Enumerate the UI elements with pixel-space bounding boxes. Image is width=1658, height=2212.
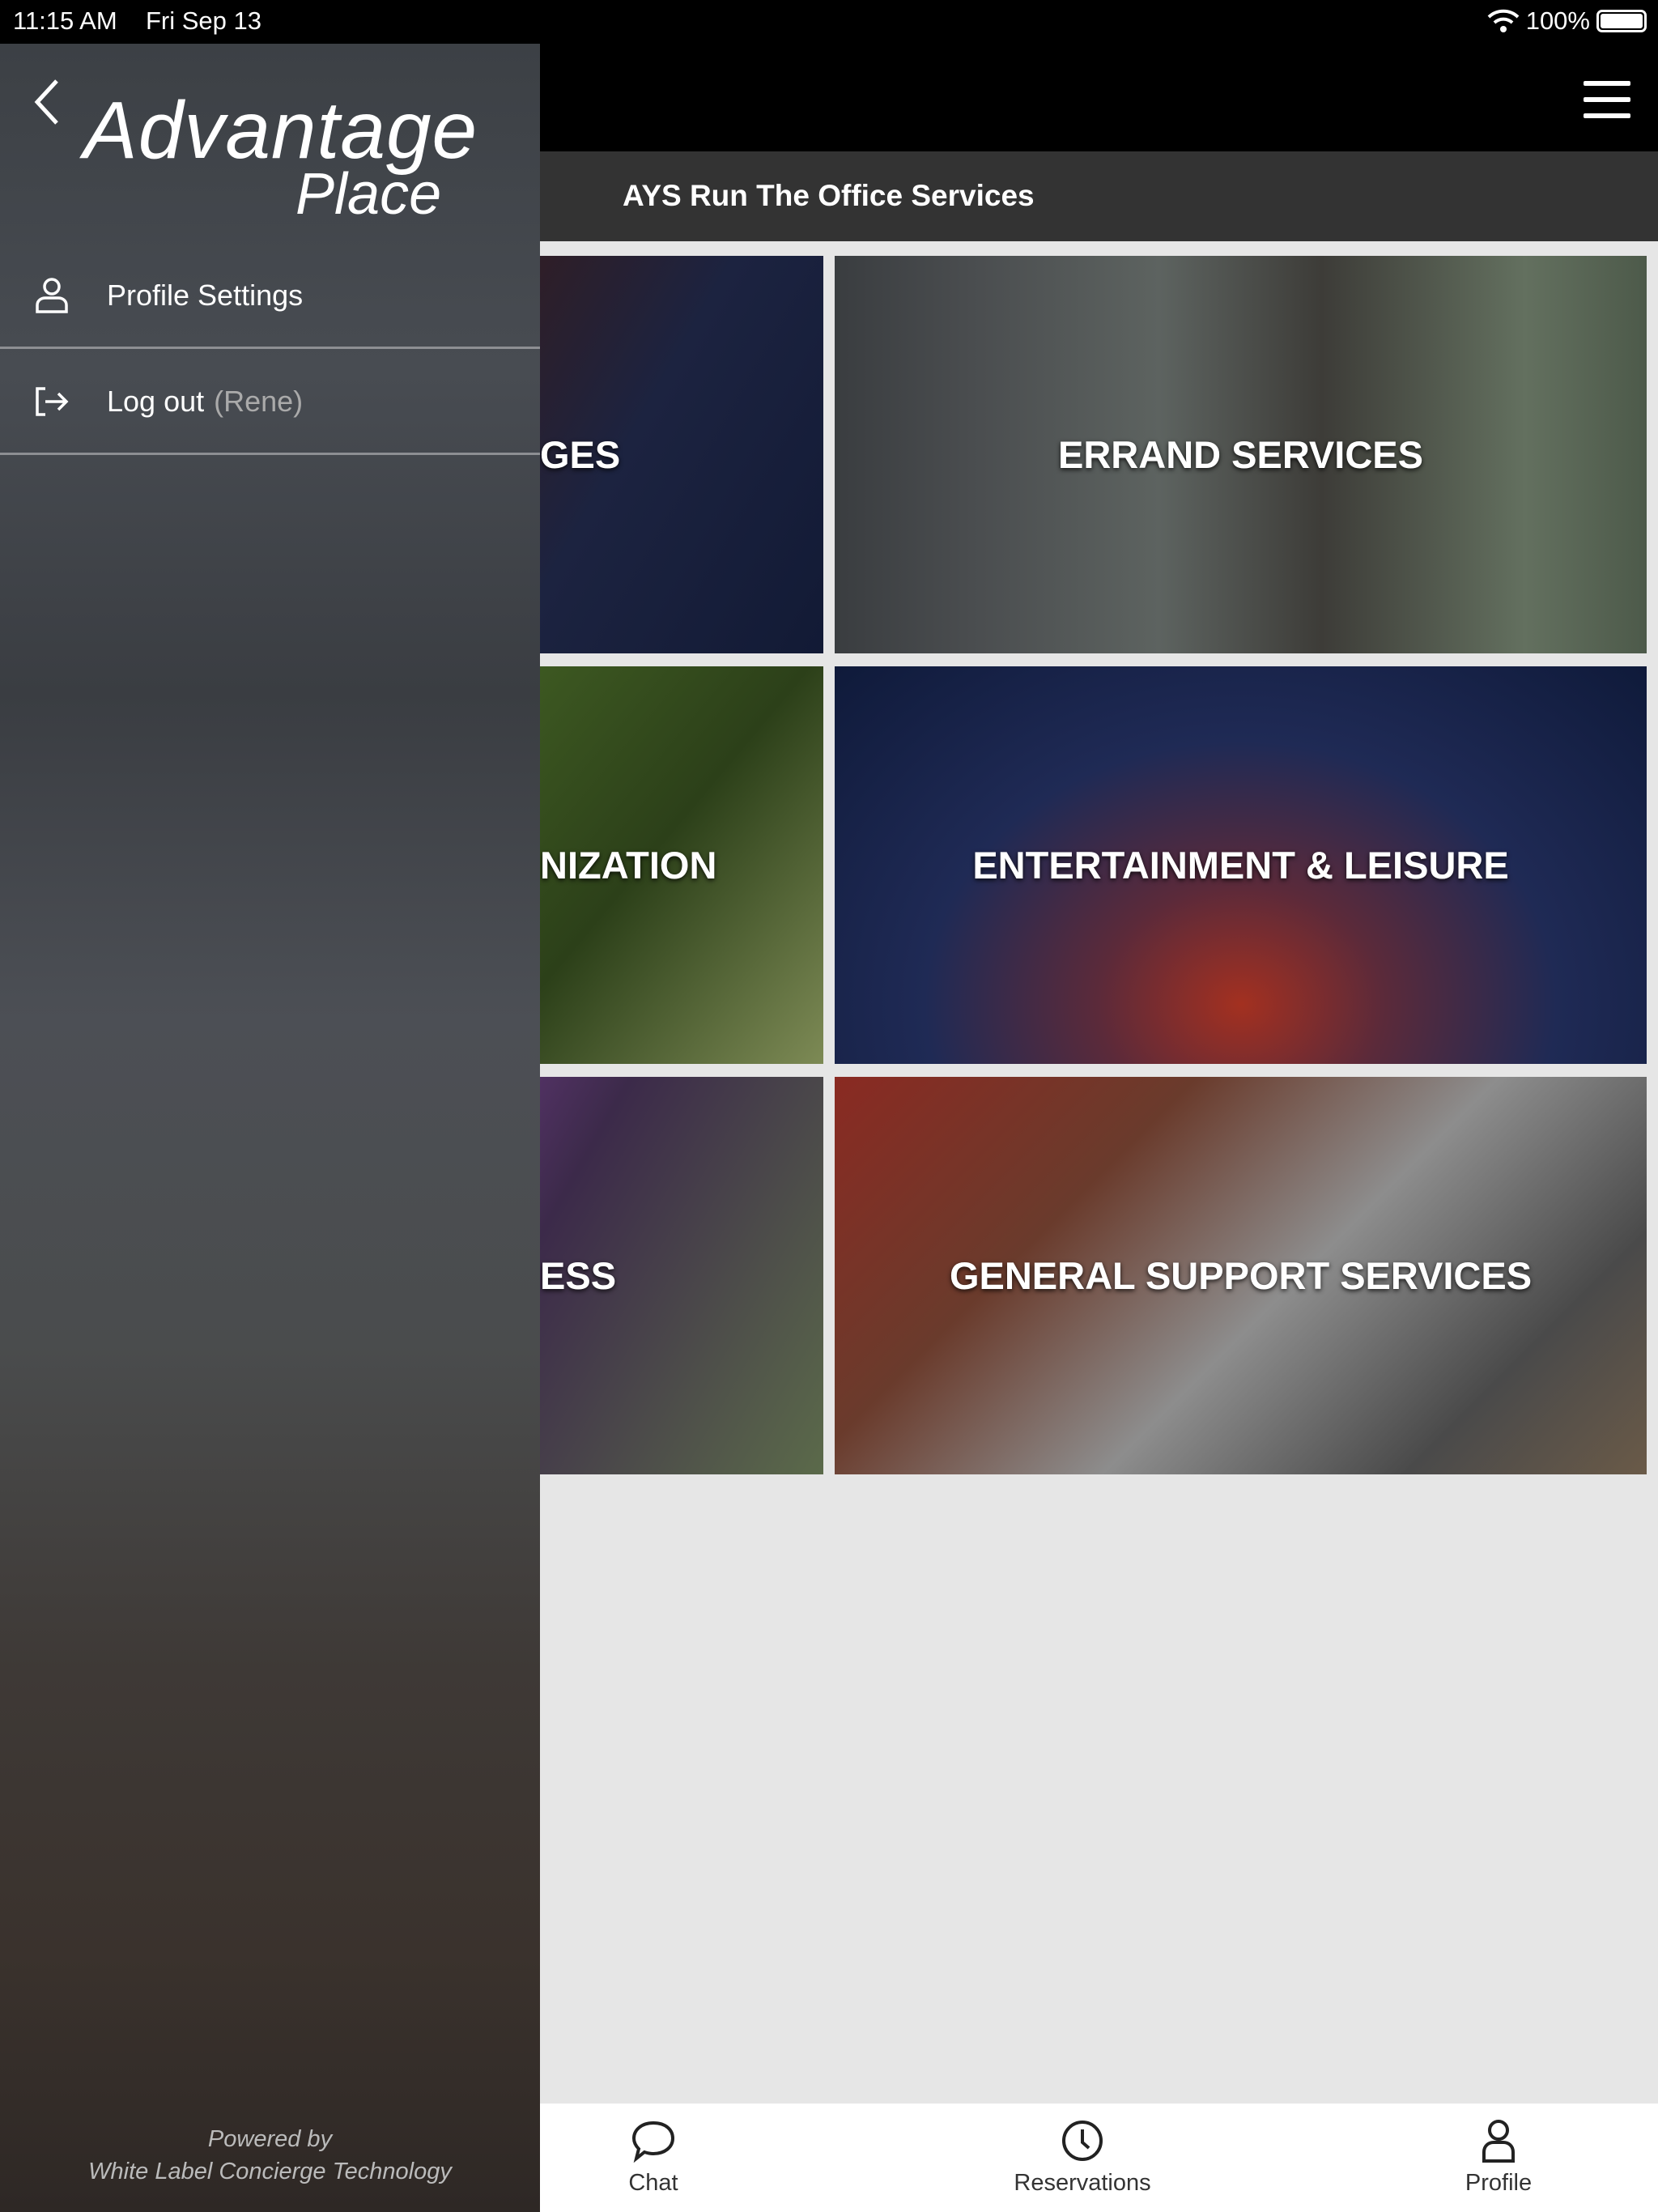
tab-label: Chat: [628, 2170, 678, 2196]
page-title: AYS Run The Office Services: [623, 179, 1035, 212]
service-tile-general-support[interactable]: GENERAL SUPPORT SERVICES: [835, 1077, 1647, 1474]
user-name: (Rene): [214, 384, 304, 418]
menu-item-profile-settings[interactable]: Profile Settings: [0, 244, 540, 349]
service-tile-errand[interactable]: ERRAND SERVICES: [835, 256, 1647, 653]
user-icon: [1482, 2120, 1515, 2163]
tab-chat[interactable]: Chat: [548, 2118, 759, 2197]
clock-icon: [1062, 2121, 1103, 2161]
service-tile-entertainment[interactable]: ENTERTAINMENT & LEISURE: [835, 666, 1647, 1064]
logo-subtitle: Place: [295, 162, 442, 227]
tile-label: GENERAL SUPPORT SERVICES: [949, 1254, 1533, 1297]
tile-label: ESS: [540, 1254, 617, 1297]
status-time: 11:15 AM: [13, 6, 117, 35]
user-icon: [36, 277, 68, 313]
tab-label: Reservations: [1014, 2170, 1151, 2196]
tab-reservations[interactable]: Reservations: [977, 2118, 1188, 2197]
tile-label: GES: [540, 433, 621, 476]
menu-item-label: Log out: [107, 384, 205, 418]
tab-label: Profile: [1465, 2170, 1533, 2196]
chat-icon: [631, 2121, 675, 2163]
status-date: Fri Sep 13: [146, 6, 262, 35]
battery-percent: 100%: [1525, 6, 1590, 35]
powered-by: Powered by: [207, 2126, 333, 2152]
wifi-icon: [1487, 9, 1520, 32]
tab-bar: Chat Reservations Profile: [540, 2104, 1658, 2212]
menu-item-log-out[interactable]: Log out (Rene): [0, 350, 540, 455]
status-bar: 11:15 AM Fri Sep 13 100%: [0, 0, 1658, 44]
back-chevron-icon[interactable]: [31, 78, 63, 126]
tab-profile[interactable]: Profile: [1393, 2118, 1604, 2197]
menu-item-label: Profile Settings: [107, 278, 304, 312]
battery-icon: [1596, 10, 1647, 32]
powered-by-company: White Label Concierge Technology: [88, 2159, 452, 2184]
hamburger-icon[interactable]: [1584, 81, 1630, 121]
logout-icon: [36, 386, 69, 416]
tile-label: ERRAND SERVICES: [1058, 433, 1423, 476]
tile-label: ENTERTAINMENT & LEISURE: [972, 844, 1509, 887]
tile-label: NIZATION: [540, 844, 717, 887]
side-drawer: Advantage Place Profile Settings Log out…: [0, 44, 540, 2212]
